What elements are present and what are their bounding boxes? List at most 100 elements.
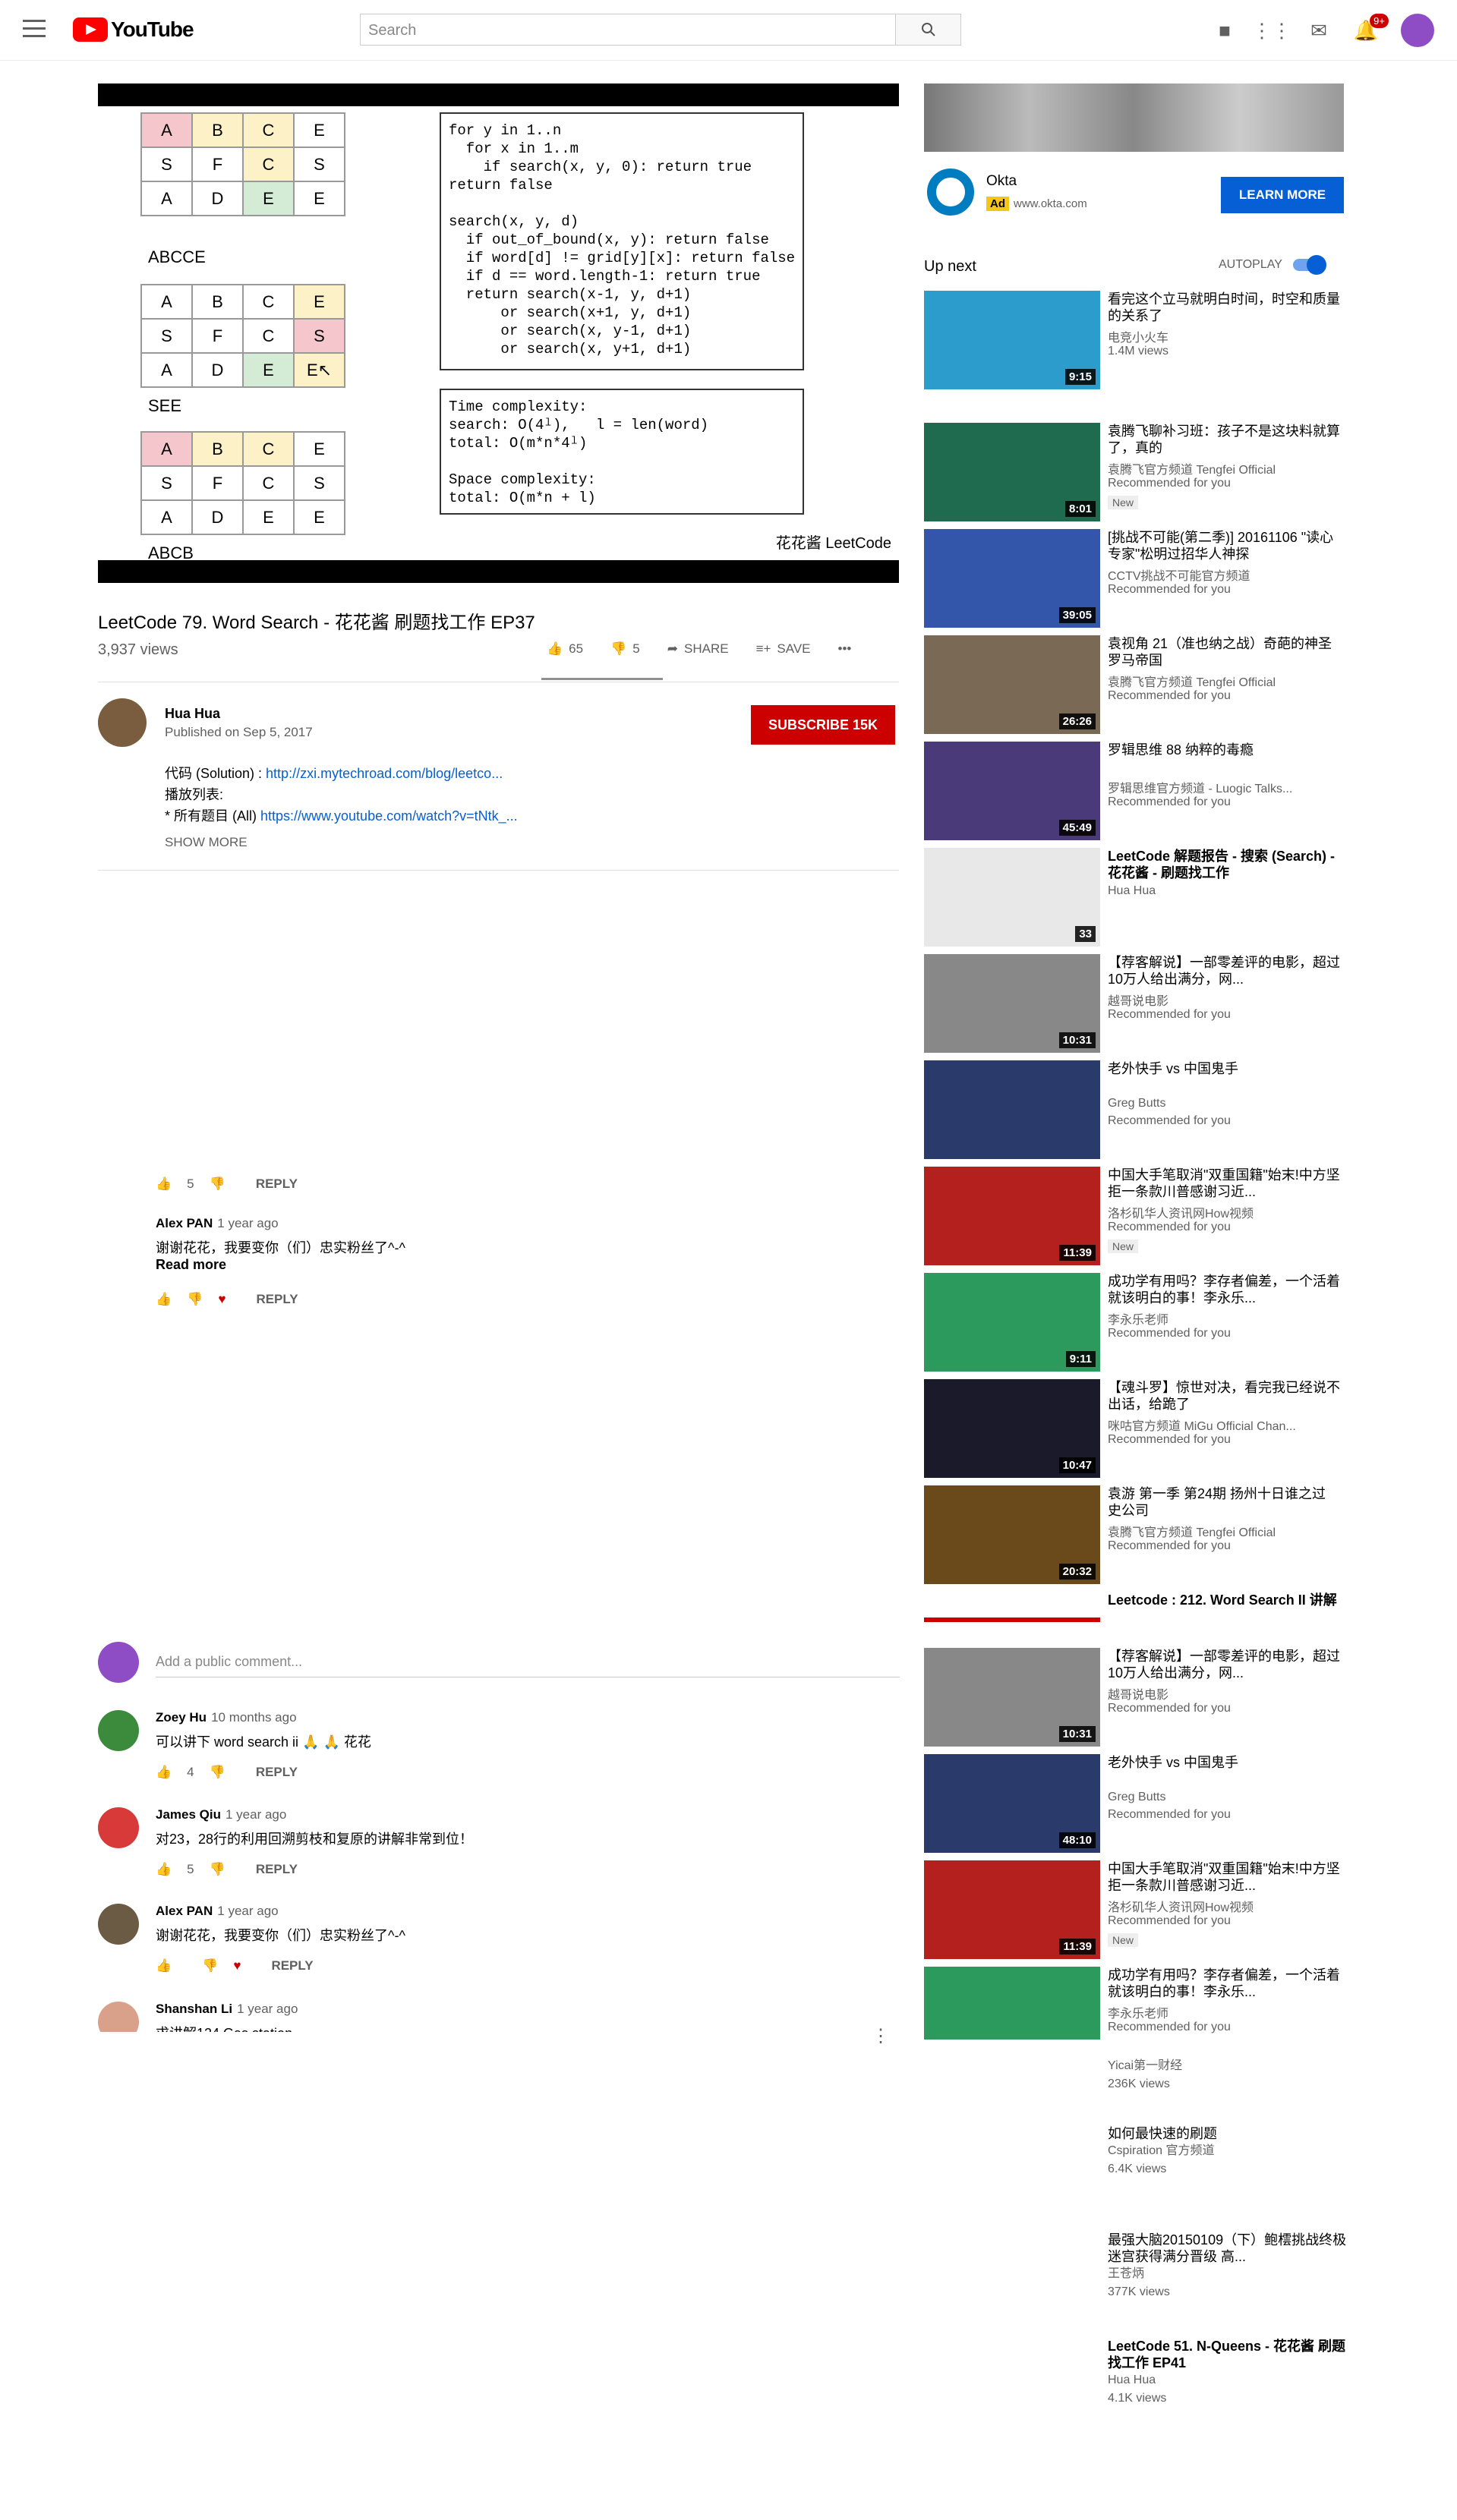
thumb-up-icon[interactable]: 👍 (156, 1862, 172, 1877)
related-title[interactable]: 罗辑思维 88 纳粹的毒瘾 (1108, 742, 1343, 758)
dislike-button[interactable]: 👎 5 (610, 641, 640, 657)
commenter-avatar[interactable] (98, 2002, 139, 2032)
channel-avatar[interactable] (98, 698, 147, 747)
related-video[interactable]: 45:49 罗辑思维 88 纳粹的毒瘾 罗辑思维官方频道 - Luogic Talk… (924, 742, 1344, 840)
comment-menu-icon[interactable]: ⋮ (872, 2025, 890, 2047)
related-video[interactable]: 8:01 袁腾飞聊补习班：孩子不是这块料就算了，真的 袁腾飞官方频道 Tengfei… (924, 423, 1344, 521)
apps-icon[interactable]: ⋮⋮ (1252, 18, 1291, 43)
video-thumbnail[interactable] (924, 1060, 1100, 1159)
video-thumbnail[interactable]: 10:47 (924, 1379, 1100, 1478)
thumb-down-icon[interactable]: 👎 (210, 1862, 225, 1877)
related-title[interactable]: 中国大手笔取消"双重国籍"始末!中方坚拒一条款川普感谢习近... (1108, 1860, 1343, 1894)
related-title[interactable]: LeetCode 51. N-Queens - 花花酱 刷题找工作 EP41 (1108, 2338, 1351, 2371)
related-video-text[interactable]: 最强大脑20150109（下）鲍橒挑战终极迷宫获得满分晋级 高... 王苍炳 377… (1108, 2232, 1351, 2301)
share-button[interactable]: ➦ SHARE (667, 641, 729, 657)
video-thumbnail[interactable]: 11:39 (924, 1860, 1100, 1959)
thumb-up-icon[interactable]: 👍 (156, 1958, 172, 1973)
related-video-text[interactable]: 如何最快速的刷题 Cspiration 官方频道 6.4K views (1108, 2125, 1351, 2178)
thumb-down-icon[interactable]: 👎 (210, 1177, 225, 1192)
related-video[interactable]: 9:11 成功学有用吗？李存者偏差，一个活着就该明白的事！李永乐... 李永乐老师 R… (924, 1273, 1344, 1372)
related-title[interactable]: 袁视角 21（准也纳之战）奇葩的神圣罗马帝国 (1108, 635, 1343, 669)
related-video[interactable]: 10:31 【荐客解说】一部零差评的电影，超过10万人给出满分，网... 越哥说电影… (924, 954, 1344, 1053)
reply-button[interactable]: REPLY (256, 1177, 298, 1192)
video-thumbnail[interactable]: 9:11 (924, 1273, 1100, 1372)
learn-more-button[interactable]: LEARN MORE (1221, 177, 1344, 213)
related-video-text[interactable]: Yicai第一财经 236K views (1108, 2057, 1351, 2093)
thumb-up-icon[interactable]: 👍 (156, 1765, 172, 1780)
related-title[interactable]: 最强大脑20150109（下）鲍橒挑战终极迷宫获得满分晋级 高... (1108, 2232, 1351, 2265)
related-title[interactable]: 成功学有用吗？李存者偏差，一个活着就该明白的事！李永乐... (1108, 1273, 1343, 1306)
reply-button[interactable]: REPLY (271, 1958, 313, 1973)
show-more-button[interactable]: SHOW MORE (165, 835, 248, 850)
related-video[interactable]: 10:47 【魂斗罗】惊世对决，看完我已经说不出话，给跪了 咪咕官方频道 MiGu … (924, 1379, 1344, 1478)
subscribe-button[interactable]: SUBSCRIBE 15K (751, 705, 895, 745)
video-thumbnail[interactable]: 8:01 (924, 423, 1100, 521)
playlist-link[interactable]: https://www.youtube.com/watch?v=tNtk_... (260, 808, 518, 824)
related-title[interactable]: 【魂斗罗】惊世对决，看完我已经说不出话，给跪了 (1108, 1379, 1343, 1413)
video-thumbnail[interactable] (924, 1967, 1100, 2040)
commenter-avatar[interactable] (98, 1710, 139, 1751)
related-title[interactable]: [挑战不可能(第二季)] 20161106 "读心专家"松明过招华人神探 (1108, 529, 1343, 562)
video-thumbnail[interactable]: 45:49 (924, 742, 1100, 840)
video-thumbnail[interactable]: 39:05 (924, 529, 1100, 628)
video-thumbnail[interactable]: 10:31 (924, 1648, 1100, 1747)
related-title[interactable]: 看完这个立马就明白时间，时空和质量的关系了 (1108, 291, 1343, 324)
related-title[interactable]: 中国大手笔取消"双重国籍"始末!中方坚拒一条款川普感谢习近... (1108, 1167, 1343, 1200)
related-video[interactable]: 39:05 [挑战不可能(第二季)] 20161106 "读心专家"松明过招华人神… (924, 529, 1344, 628)
video-thumbnail[interactable]: 26:26 (924, 635, 1100, 734)
channel-name[interactable]: Hua Hua (165, 706, 220, 722)
reply-button[interactable]: REPLY (256, 1862, 298, 1877)
youtube-logo[interactable]: YouTube (73, 17, 194, 43)
related-video[interactable]: 9:15 看完这个立马就明白时间，时空和质量的关系了 电竞小火车 1.4M views (924, 291, 1344, 389)
related-title[interactable]: LeetCode 解题报告 - 搜索 (Search) - 花花酱 - 刷题找工… (1108, 848, 1343, 881)
video-thumbnail[interactable]: 9:15 (924, 291, 1100, 389)
ad-card[interactable]: Okta Ad www.okta.com LEARN MORE (924, 83, 1344, 220)
search-button[interactable] (895, 14, 960, 45)
read-more-link[interactable]: Read more (156, 1257, 226, 1273)
related-video[interactable]: Leetcode : 212. Word Search II 讲解 (924, 1592, 1344, 1622)
related-video[interactable]: 20:32 袁游 第一季 第24期 扬州十日谁之过 史公司 袁腾飞官方频道 Teng… (924, 1485, 1344, 1584)
related-video[interactable]: 11:39 中国大手笔取消"双重国籍"始末!中方坚拒一条款川普感谢习近... 洛杉矶… (924, 1167, 1344, 1265)
video-thumbnail[interactable]: 48:10 (924, 1754, 1100, 1853)
solution-link[interactable]: http://zxi.mytechroad.com/blog/leetco... (266, 766, 503, 781)
commenter-avatar[interactable] (98, 1807, 139, 1848)
search-input[interactable]: Search (361, 14, 895, 45)
messages-icon[interactable]: ✉ (1307, 18, 1331, 43)
more-actions-button[interactable]: ••• (838, 641, 852, 657)
related-title[interactable]: 【荐客解说】一部零差评的电影，超过10万人给出满分，网... (1108, 1648, 1343, 1681)
save-button[interactable]: ≡+ SAVE (756, 641, 811, 657)
notifications-icon[interactable]: 🔔 9+ (1354, 14, 1389, 43)
reply-button[interactable]: REPLY (256, 1292, 298, 1307)
related-video[interactable]: 48:10 老外快手 vs 中国鬼手 Greg Butts Recommended f… (924, 1754, 1344, 1853)
like-button[interactable]: 👍 65 (547, 641, 583, 657)
thumb-up-icon[interactable]: 👍 (156, 1292, 172, 1307)
related-title[interactable]: 老外快手 vs 中国鬼手 (1108, 1754, 1343, 1771)
video-thumbnail[interactable]: 20:32 (924, 1485, 1100, 1584)
account-avatar[interactable] (1401, 14, 1434, 47)
video-thumbnail[interactable]: 11:39 (924, 1167, 1100, 1265)
related-title[interactable]: 【荐客解说】一部零差评的电影，超过10万人给出满分，网... (1108, 954, 1343, 988)
related-video[interactable]: 26:26 袁视角 21（准也纳之战）奇葩的神圣罗马帝国 袁腾飞官方频道 Tengf… (924, 635, 1344, 734)
thumb-up-icon[interactable]: 👍 (156, 1177, 172, 1192)
related-title[interactable]: 成功学有用吗？李存者偏差，一个活着就该明白的事！李永乐... (1108, 1967, 1343, 2000)
related-title[interactable]: 袁游 第一季 第24期 扬州十日谁之过 史公司 (1108, 1485, 1343, 1519)
related-video-text[interactable]: LeetCode 51. N-Queens - 花花酱 刷题找工作 EP41 Hu… (1108, 2338, 1351, 2408)
video-thumbnail[interactable]: 33 (924, 848, 1100, 947)
related-video[interactable]: 11:39 中国大手笔取消"双重国籍"始末!中方坚拒一条款川普感谢习近... 洛杉矶… (924, 1860, 1344, 1959)
related-video[interactable]: 老外快手 vs 中国鬼手 Greg Butts Recommended for yo… (924, 1060, 1344, 1159)
menu-icon[interactable] (23, 20, 46, 38)
video-thumbnail[interactable] (924, 1618, 1100, 1622)
thumb-down-icon[interactable]: 👎 (210, 1765, 225, 1780)
related-video[interactable]: 10:31 【荐客解说】一部零差评的电影，超过10万人给出满分，网... 越哥说电影… (924, 1648, 1344, 1747)
thumb-down-icon[interactable]: 👎 (187, 1292, 203, 1307)
video-player[interactable]: ABCESFCSADEE ABCCE A B C E S F C S A D E E↖ SEE ABC… (98, 83, 899, 583)
video-thumbnail[interactable]: 10:31 (924, 954, 1100, 1053)
related-video[interactable]: 33 LeetCode 解题报告 - 搜索 (Search) - 花花酱 - 刷题… (924, 848, 1344, 947)
related-title[interactable]: 如何最快速的刷题 (1108, 2125, 1351, 2142)
related-title[interactable]: Leetcode : 212. Word Search II 讲解 (1108, 1592, 1343, 1608)
related-video[interactable]: 成功学有用吗？李存者偏差，一个活着就该明白的事！李永乐... 李永乐老师 Recom… (924, 1967, 1344, 2065)
create-video-icon[interactable]: ■ (1213, 18, 1237, 43)
reply-button[interactable]: REPLY (256, 1765, 298, 1780)
related-title[interactable]: 老外快手 vs 中国鬼手 (1108, 1060, 1343, 1077)
comment-input[interactable]: Add a public comment... (156, 1654, 839, 1670)
